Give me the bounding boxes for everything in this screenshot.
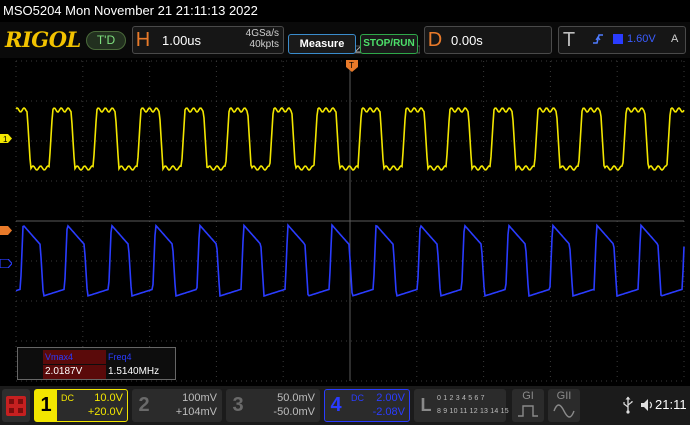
generator-1-button[interactable]: GI	[512, 389, 544, 422]
title-bar: MSO5204 Mon November 21 21:11:13 2022	[0, 0, 690, 22]
speaker-icon[interactable]	[640, 397, 654, 413]
generator-2-button[interactable]: GII	[548, 389, 580, 422]
ch4-coupling: DC	[351, 393, 364, 403]
ch1-offset-marker[interactable]: 1	[0, 134, 12, 143]
home-button[interactable]	[2, 389, 30, 422]
trigger-label: T	[562, 29, 576, 51]
ch1-label: 1	[35, 390, 57, 421]
home-grid-icon	[6, 396, 26, 416]
ch4-offset: -2.08V	[372, 406, 405, 418]
ch3-label: 3	[232, 394, 244, 416]
ch2-settings[interactable]: 2 100mV +104mV	[132, 389, 222, 422]
ch4-settings[interactable]: 4 DC 2.00V -2.08V	[324, 389, 410, 422]
horizontal-timebase-box[interactable]: H 1.00us 4GSa/s 40kpts	[132, 26, 284, 54]
clock: 21:11	[655, 397, 687, 412]
measure-value-vmax4: 2.0187V	[43, 365, 106, 379]
ch3-settings[interactable]: 3 50.0mV -50.0mV	[226, 389, 320, 422]
trigger-pos-label: T	[349, 61, 354, 70]
measure-name-vmax4: Vmax4	[43, 350, 106, 364]
waveform-grid[interactable]	[12, 60, 688, 382]
delay-label: D	[427, 29, 443, 51]
rigol-logo: RIGOL	[5, 27, 81, 52]
square-wave-icon	[518, 405, 538, 417]
trigger-box[interactable]: T 1.60V A	[558, 26, 686, 54]
ch3-offset: -50.0mV	[273, 406, 315, 418]
graticule	[15, 60, 685, 382]
trigger-level-marker[interactable]	[0, 226, 12, 235]
delay-box[interactable]: D 0.00s	[424, 26, 552, 54]
trigger-source-swatch	[613, 34, 623, 44]
measure-name-freq4: Freq4	[108, 352, 132, 362]
ch2-offset: +104mV	[175, 406, 217, 418]
logic-label: L	[420, 395, 432, 415]
measure-button[interactable]: Measure	[288, 34, 356, 54]
ch1-coupling: DC	[61, 393, 74, 403]
ch2-label: 2	[138, 394, 150, 416]
ch1-scale: 10.0V	[94, 392, 123, 404]
run-state-badge[interactable]: T'D	[86, 31, 126, 50]
ch1-settings[interactable]: 1 DC 10.0V +20.0V	[34, 389, 128, 422]
stop-run-button[interactable]: STOP/RUN	[360, 34, 418, 54]
logic-channels-row2: 8 9 10 11 12 13 14 15	[437, 408, 509, 415]
generator-1-label: GI	[522, 390, 534, 402]
sine-wave-icon	[553, 404, 575, 418]
ch4-label: 4	[330, 394, 342, 416]
trigger-position-marker[interactable]: T	[346, 60, 358, 72]
logic-analyzer-settings[interactable]: L 0 1 2 3 4 5 6 7 8 9 10 11 12 13 14 15	[414, 389, 509, 422]
ch4-scale: 2.00V	[376, 392, 405, 404]
memory-depth: 40kpts	[249, 39, 279, 50]
logic-channels-row1: 0 1 2 3 4 5 6 7	[437, 395, 485, 402]
trigger-mode: A	[671, 33, 679, 45]
ch1-marker-label: 1	[3, 135, 8, 143]
ch4-offset-marker[interactable]	[0, 259, 12, 268]
measurement-panel[interactable]: Vmax4 Freq4 2.0187V 1.5140MHz	[17, 347, 176, 380]
title-text: MSO5204 Mon November 21 21:11:13 2022	[3, 3, 258, 18]
ch2-scale: 100mV	[182, 392, 217, 404]
ch1-offset: +20.0V	[87, 406, 123, 418]
bottom-channel-bar: 1 DC 10.0V +20.0V 2 100mV +104mV 3 50.0m…	[0, 386, 690, 425]
delay-value: 0.00s	[451, 33, 483, 48]
generator-2-label: GII	[556, 390, 572, 402]
horizontal-label: H	[135, 29, 151, 51]
timebase-value: 1.00us	[162, 33, 202, 48]
usb-icon	[623, 396, 633, 414]
trigger-level: 1.60V	[627, 33, 656, 45]
ch3-scale: 50.0mV	[277, 392, 315, 404]
rising-edge-icon	[593, 34, 603, 44]
measure-value-freq4: 1.5140MHz	[108, 366, 160, 377]
